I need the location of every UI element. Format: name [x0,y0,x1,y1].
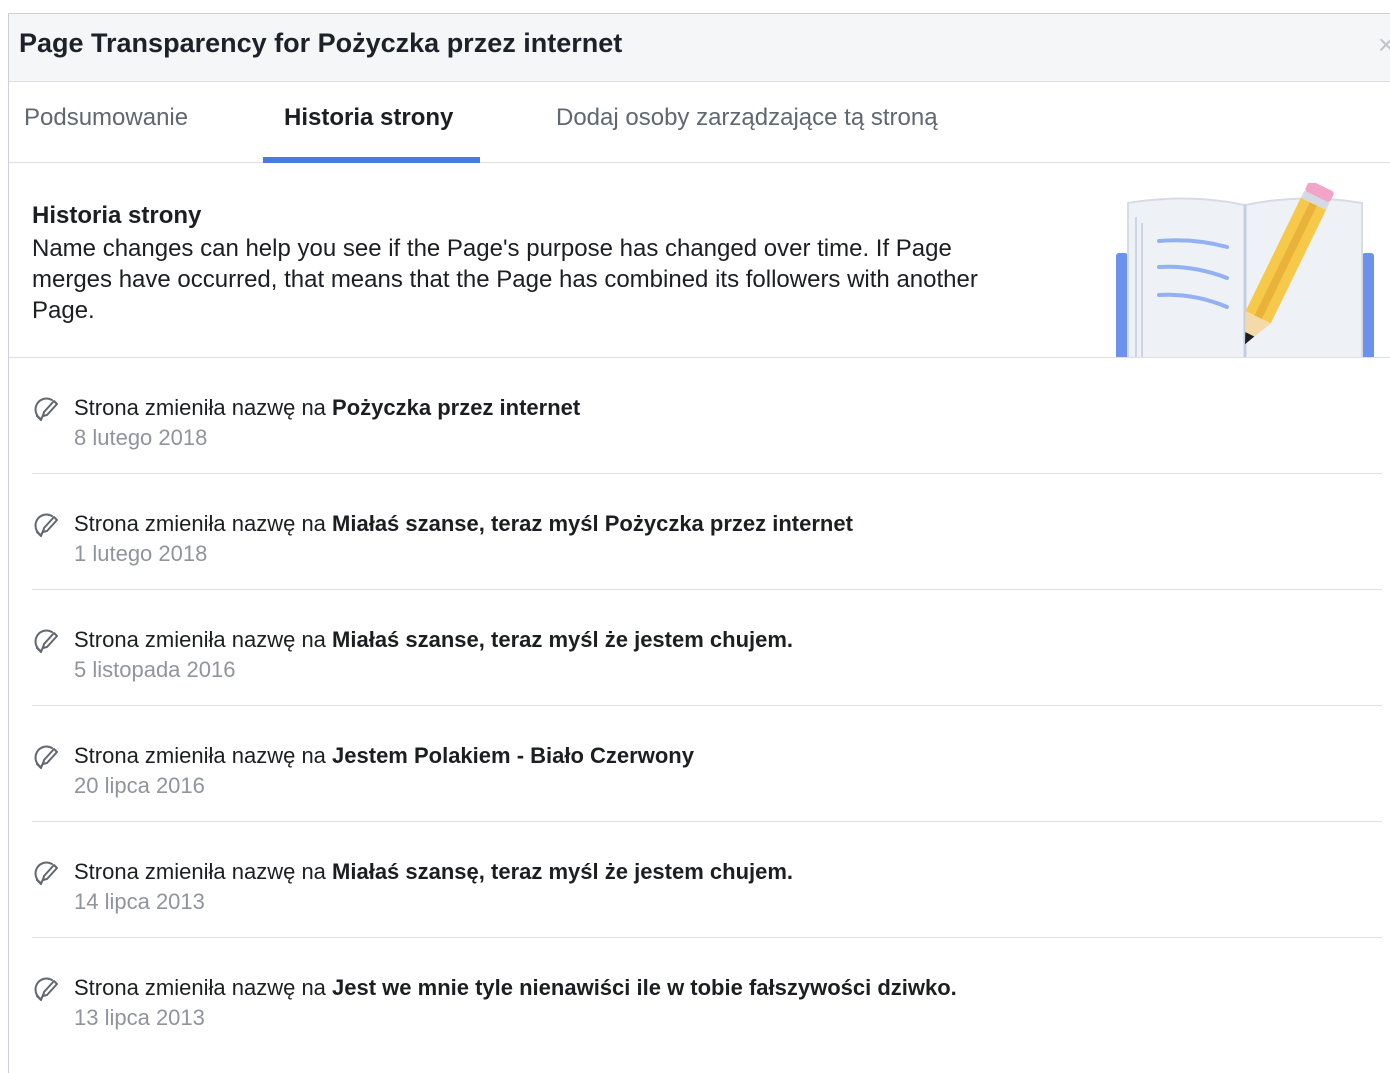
name-change-icon [34,977,58,1001]
dialog-header: Page Transparency for Pożyczka przez int… [9,14,1390,82]
name-change-icon [34,745,58,769]
history-item-prefix: Strona zmieniła nazwę na [74,627,333,652]
history-item-prefix: Strona zmieniła nazwę na [74,743,333,768]
history-item-date: 1 lutego 2018 [74,541,208,566]
history-list: Strona zmieniła nazwę na Pożyczka przez … [9,358,1390,1053]
close-icon[interactable]: × [1374,30,1390,60]
tab-dodaj-osoby[interactable]: Dodaj osoby zarządzające tą stroną [556,104,938,132]
name-change-icon [34,861,58,885]
list-item: Strona zmieniła nazwę na Pożyczka przez … [32,358,1382,474]
history-item-new-name: Jestem Polakiem - Biało Czerwony [332,743,694,768]
history-item-date: 14 lipca 2013 [74,889,205,914]
history-item-date: 13 lipca 2013 [74,1005,205,1030]
history-item-new-name: Miałaś szanse, teraz myśl Pożyczka przez… [332,511,853,536]
history-item-text: Strona zmieniła nazwę na Miałaś szanse, … [74,511,853,537]
list-item: Strona zmieniła nazwę na Jestem Polakiem… [32,706,1382,822]
history-item-prefix: Strona zmieniła nazwę na [74,511,333,536]
name-change-icon [34,513,58,537]
history-item-text: Strona zmieniła nazwę na Miałaś szansę, … [74,859,793,885]
history-item-prefix: Strona zmieniła nazwę na [74,975,333,1000]
history-item-prefix: Strona zmieniła nazwę na [74,859,333,884]
history-item-prefix: Strona zmieniła nazwę na [74,395,333,420]
history-item-date: 5 listopada 2016 [74,657,236,682]
history-item-new-name: Pożyczka przez internet [332,395,581,420]
history-item-date: 20 lipca 2016 [74,773,205,798]
page-transparency-dialog: Page Transparency for Pożyczka przez int… [8,13,1390,1073]
dialog-title: Page Transparency for Pożyczka przez int… [19,28,623,58]
list-item: Strona zmieniła nazwę na Jest we mnie ty… [32,938,1382,1053]
list-item: Strona zmieniła nazwę na Miałaś szanse, … [32,474,1382,590]
history-item-new-name: Miałaś szanse, teraz myśl że jestem chuj… [332,627,794,652]
name-change-icon [34,397,58,421]
history-item-text: Strona zmieniła nazwę na Miałaś szanse, … [74,627,793,653]
history-item-date: 8 lutego 2018 [74,425,208,450]
history-item-text: Strona zmieniła nazwę na Jest we mnie ty… [74,975,957,1001]
intro-title: Historia strony [32,202,202,229]
history-item-new-name: Miałaś szansę, teraz myśl że jestem chuj… [332,859,794,884]
history-item-text: Strona zmieniła nazwę na Jestem Polakiem… [74,743,694,769]
book-pencil-illustration [1116,183,1374,357]
tab-historia-strony[interactable]: Historia strony [284,104,453,132]
history-item-text: Strona zmieniła nazwę na Pożyczka przez … [74,395,580,421]
tab-bar: Podsumowanie Historia strony Dodaj osoby… [9,82,1390,163]
history-item-new-name: Jest we mnie tyle nienawiści ile w tobie… [332,975,957,1000]
intro-description: Name changes can help you see if the Pag… [32,235,978,324]
intro-section: Historia strony Name changes can help yo… [9,163,1390,358]
name-change-icon [34,629,58,653]
list-item: Strona zmieniła nazwę na Miałaś szanse, … [32,590,1382,706]
tab-podsumowanie[interactable]: Podsumowanie [24,104,188,132]
list-item: Strona zmieniła nazwę na Miałaś szansę, … [32,822,1382,938]
